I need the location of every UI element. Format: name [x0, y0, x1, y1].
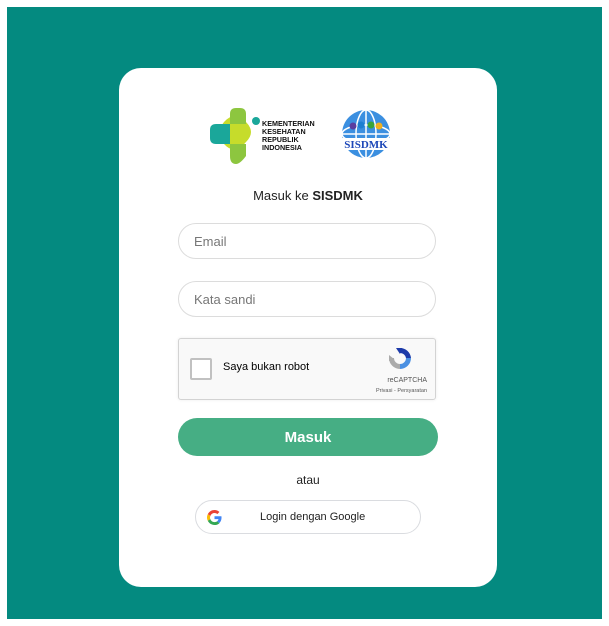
page-title: Masuk ke SISDMK [119, 188, 497, 203]
kemenkes-logo-text: KEMENTERIAN KESEHATAN REPUBLIK INDONESIA [262, 119, 315, 152]
recaptcha-privacy-terms-links[interactable]: Privasi - Persyaratan [376, 388, 427, 394]
password-field[interactable] [178, 281, 436, 317]
title-brand: SISDMK [312, 188, 363, 203]
recaptcha-checkbox[interactable] [190, 358, 212, 380]
login-button[interactable]: Masuk [178, 418, 438, 456]
recaptcha-brand: reCAPTCHA [387, 377, 427, 384]
google-g-icon [207, 510, 222, 525]
email-field[interactable] [178, 223, 436, 259]
logo-row: KEMENTERIAN KESEHATAN REPUBLIK INDONESIA… [210, 106, 410, 166]
sisdmk-logo-text: SISDMK [344, 139, 388, 151]
recaptcha-logo-icon [386, 346, 414, 372]
google-login-label: Login dengan Google [260, 511, 366, 523]
google-login-button[interactable]: Login dengan Google [195, 500, 421, 534]
recaptcha-label: Saya bukan robot [223, 361, 310, 373]
kemenkes-logo-icon [210, 108, 260, 164]
sisdmk-logo-icon: SISDMK [338, 108, 394, 164]
login-card: KEMENTERIAN KESEHATAN REPUBLIK INDONESIA… [119, 68, 497, 587]
title-prefix: Masuk ke [253, 188, 313, 203]
recaptcha-widget: Saya bukan robot reCAPTCHA Privasi - Per… [178, 338, 436, 400]
separator-text: atau [296, 473, 320, 487]
